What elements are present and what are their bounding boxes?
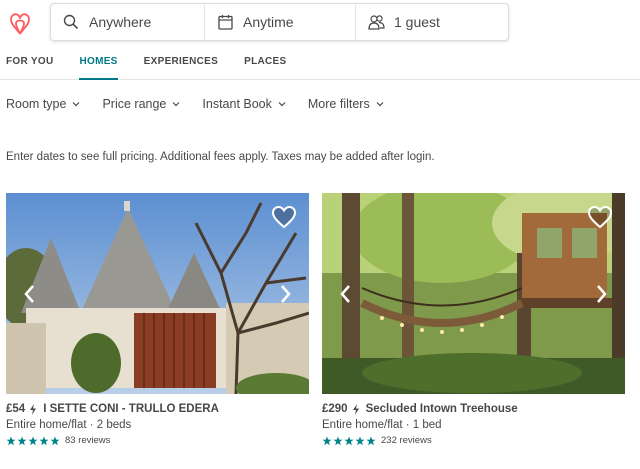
listing-name: I SETTE CONI - TRULLO EDERA: [43, 403, 219, 415]
instant-book-label: Instant Book: [202, 97, 272, 111]
tab-experiences[interactable]: EXPERIENCES: [144, 52, 218, 80]
star-icon: [17, 436, 27, 445]
star-icon: [39, 436, 49, 445]
star-rating: [6, 436, 61, 446]
price-range-filter[interactable]: Price range: [102, 97, 180, 111]
dates-value: Anytime: [243, 14, 294, 30]
star-rating: [322, 436, 377, 446]
guests-icon: [366, 12, 386, 32]
listing-price: £54: [6, 403, 26, 415]
listing-price: £290: [322, 403, 348, 415]
next-photo-arrow-icon[interactable]: [593, 284, 609, 304]
guests-value: 1 guest: [394, 14, 440, 30]
more-filters-label: More filters: [307, 97, 370, 111]
star-icon: [333, 436, 343, 445]
review-count: 83 reviews: [65, 435, 111, 446]
room-type-filter[interactable]: Room type: [6, 97, 80, 111]
airbnb-logo-icon[interactable]: [8, 10, 32, 36]
star-icon: [355, 436, 365, 445]
tab-for-you[interactable]: FOR YOU: [6, 52, 53, 80]
where-value: Anywhere: [89, 14, 152, 30]
save-heart-icon[interactable]: [271, 205, 297, 229]
trullo-photo: [6, 193, 309, 394]
star-icon: [344, 436, 354, 445]
calendar-icon: [215, 12, 235, 32]
search-icon: [61, 12, 81, 32]
star-icon: [28, 436, 38, 445]
next-photo-arrow-icon[interactable]: [277, 284, 293, 304]
listing-photo[interactable]: [6, 193, 309, 394]
pricing-notice: Enter dates to see full pricing. Additio…: [6, 151, 435, 163]
chevron-down-icon: [73, 102, 80, 107]
listing-card[interactable]: £290 Secluded Intown Treehouse Entire ho…: [322, 193, 625, 446]
chevron-down-icon: [278, 102, 286, 107]
more-filters[interactable]: More filters: [308, 97, 384, 111]
listing-title[interactable]: £54 I SETTE CONI - TRULLO EDERA: [6, 403, 309, 415]
star-icon: [322, 436, 332, 445]
filter-bar: Room type Price range Instant Book More …: [6, 97, 406, 111]
instant-book-bolt-icon: [30, 403, 37, 415]
listing-name: Secluded Intown Treehouse: [365, 403, 518, 415]
save-heart-icon[interactable]: [587, 205, 613, 229]
listing-card[interactable]: £54 I SETTE CONI - TRULLO EDERA Entire h…: [6, 193, 309, 446]
price-range-label: Price range: [102, 97, 167, 111]
top-header: Anywhere Anytime 1 guest FOR YOU HOMES E…: [0, 0, 640, 80]
instant-book-filter[interactable]: Instant Book: [202, 97, 286, 111]
chevron-down-icon: [376, 102, 384, 107]
star-icon: [366, 436, 376, 445]
star-icon: [50, 436, 60, 445]
listing-details: Entire home/flat · 1 bed: [322, 419, 442, 431]
listing-title[interactable]: £290 Secluded Intown Treehouse: [322, 403, 625, 415]
listing-rating: 83 reviews: [6, 435, 309, 446]
instant-book-bolt-icon: [352, 403, 359, 415]
previous-photo-arrow-icon[interactable]: [338, 284, 354, 304]
category-tabs: FOR YOU HOMES EXPERIENCES PLACES: [0, 52, 312, 80]
previous-photo-arrow-icon[interactable]: [22, 284, 38, 304]
listing-rating: 232 reviews: [322, 435, 625, 446]
star-icon: [6, 436, 16, 445]
tab-homes[interactable]: HOMES: [79, 52, 118, 80]
where-field[interactable]: Anywhere: [51, 4, 205, 40]
treehouse-photo: [322, 193, 625, 394]
search-bar: Anywhere Anytime 1 guest: [50, 3, 509, 41]
listing-photo[interactable]: [322, 193, 625, 394]
guests-field[interactable]: 1 guest: [356, 4, 508, 40]
review-count: 232 reviews: [381, 435, 432, 446]
chevron-down-icon: [172, 102, 180, 107]
dates-field[interactable]: Anytime: [205, 4, 356, 40]
room-type-label: Room type: [6, 97, 67, 111]
tab-places[interactable]: PLACES: [244, 52, 286, 80]
listing-details: Entire home/flat · 2 beds: [6, 419, 132, 431]
